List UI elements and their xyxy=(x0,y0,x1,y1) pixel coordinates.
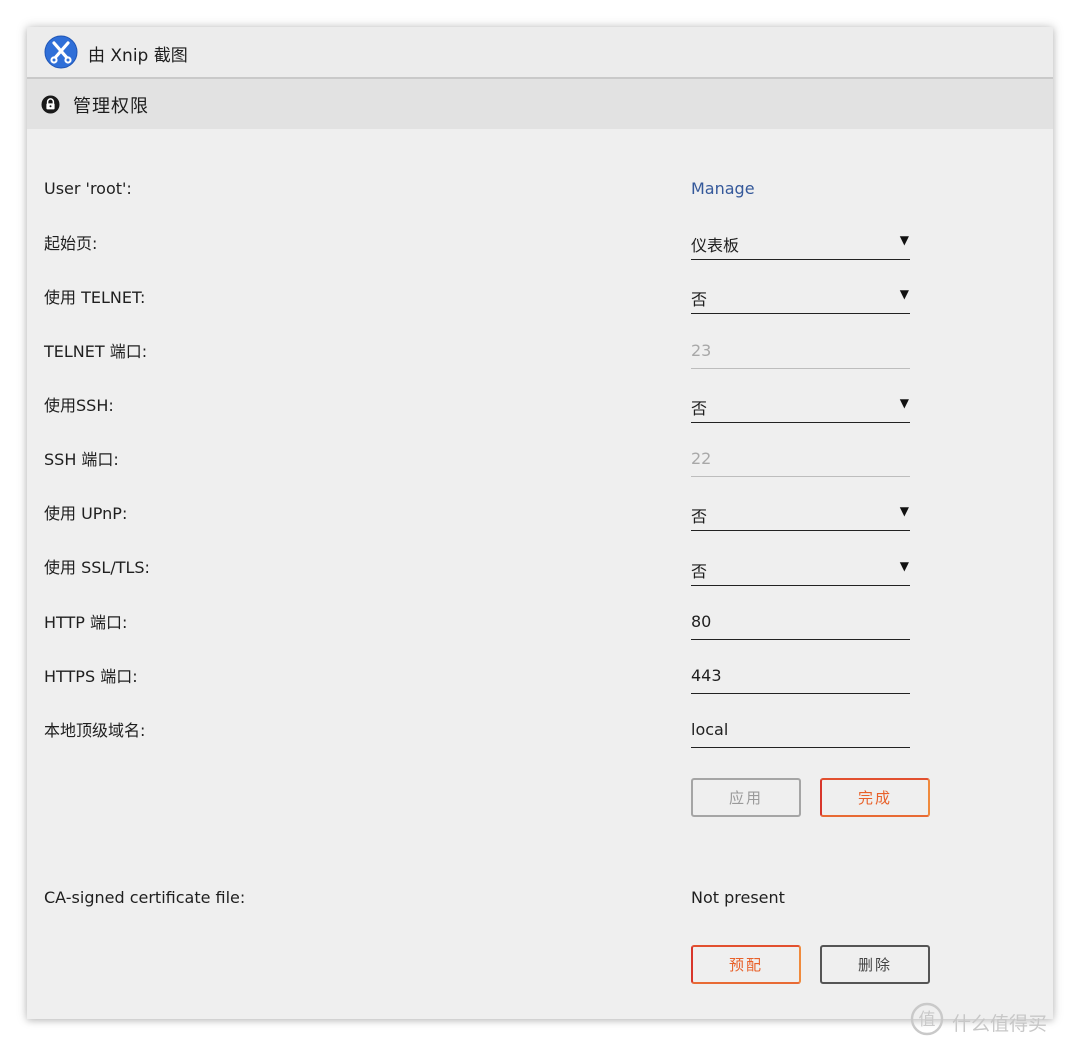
start-page-label: 起始页: xyxy=(44,234,98,253)
dropdown-arrow-icon: ▼ xyxy=(899,504,909,518)
smzdm-logo-icon: 值 xyxy=(910,1002,944,1036)
ssh-label: 使用SSH: xyxy=(44,396,114,415)
ssh-select[interactable]: 否 ▼ xyxy=(691,388,910,423)
user-root-label: User 'root': xyxy=(44,179,132,198)
xnip-scissors-icon xyxy=(44,35,78,69)
telnet-port-label: TELNET 端口: xyxy=(44,342,148,361)
https-port-input[interactable]: 443 xyxy=(691,659,910,694)
http-port-value: 80 xyxy=(691,612,712,631)
ssl-label: 使用 SSL/TLS: xyxy=(44,558,150,577)
lock-icon xyxy=(41,95,60,114)
telnet-value: 否 xyxy=(691,290,708,309)
http-port-label: HTTP 端口: xyxy=(44,613,128,632)
upnp-label: 使用 UPnP: xyxy=(44,504,128,523)
telnet-select[interactable]: 否 ▼ xyxy=(691,279,910,314)
window-title: 由 Xnip 截图 xyxy=(88,46,188,66)
section-title: 管理权限 xyxy=(73,96,149,117)
ssh-port-value: 22 xyxy=(691,449,712,468)
apply-button[interactable]: 应用 xyxy=(691,778,801,817)
svg-text:值: 值 xyxy=(919,1010,936,1030)
manage-user-link[interactable]: Manage xyxy=(691,179,755,198)
upnp-select[interactable]: 否 ▼ xyxy=(691,496,910,531)
settings-window: 由 Xnip 截图 管理权限 User 'root': Manage 起始页: … xyxy=(27,27,1053,1019)
telnet-port-input[interactable]: 23 xyxy=(691,334,910,369)
https-port-value: 443 xyxy=(691,666,722,685)
dropdown-arrow-icon: ▼ xyxy=(899,396,909,410)
delete-button[interactable]: 删除 xyxy=(820,945,930,984)
section-header: 管理权限 xyxy=(27,79,1053,129)
https-port-label: HTTPS 端口: xyxy=(44,667,138,686)
provision-button[interactable]: 预配 xyxy=(691,945,801,984)
ssl-select[interactable]: 否 ▼ xyxy=(691,551,910,586)
ssh-port-input[interactable]: 22 xyxy=(691,442,910,477)
ssl-value: 否 xyxy=(691,562,708,581)
dropdown-arrow-icon: ▼ xyxy=(899,287,909,301)
start-page-select[interactable]: 仪表板 ▼ xyxy=(691,225,910,260)
certificate-status: Not present xyxy=(691,888,785,907)
ssh-value: 否 xyxy=(691,399,708,418)
dropdown-arrow-icon: ▼ xyxy=(899,233,909,247)
upnp-value: 否 xyxy=(691,507,708,526)
start-page-value: 仪表板 xyxy=(691,236,740,255)
dropdown-arrow-icon: ▼ xyxy=(899,559,909,573)
watermark-text: 什么值得买 xyxy=(952,1013,1048,1035)
local-tld-input[interactable]: local xyxy=(691,713,910,748)
ssh-port-label: SSH 端口: xyxy=(44,450,119,469)
http-port-input[interactable]: 80 xyxy=(691,605,910,640)
titlebar: 由 Xnip 截图 xyxy=(27,27,1053,79)
certificate-label: CA-signed certificate file: xyxy=(44,888,246,907)
local-tld-value: local xyxy=(691,720,729,739)
local-tld-label: 本地顶级域名: xyxy=(44,721,146,740)
done-button[interactable]: 完成 xyxy=(820,778,930,817)
telnet-port-value: 23 xyxy=(691,341,712,360)
telnet-label: 使用 TELNET: xyxy=(44,288,146,307)
